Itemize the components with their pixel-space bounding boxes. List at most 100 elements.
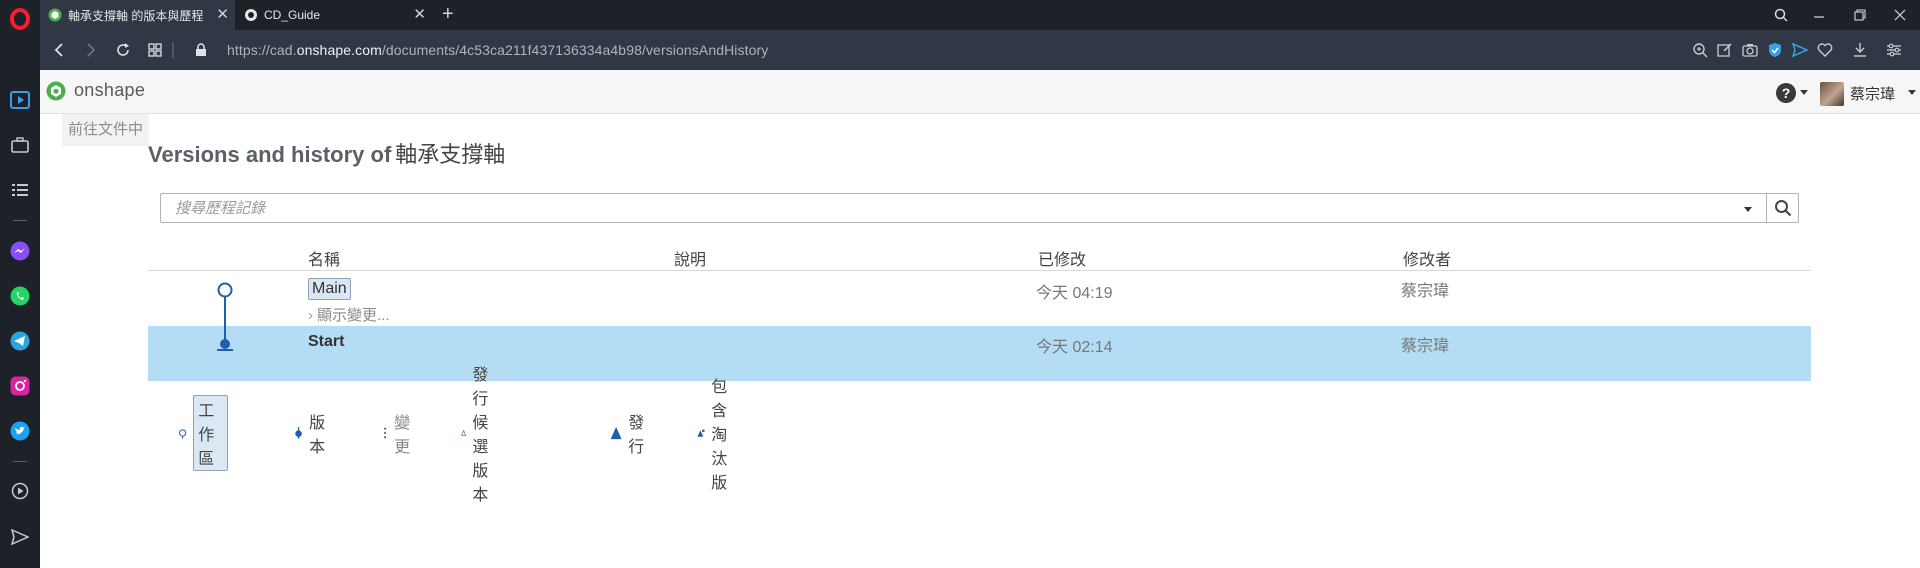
chevron-right-icon: › <box>308 307 313 324</box>
history-table: 名稱 說明 已修改 修改者 今天 04:19 蔡宗瑋 Start 今天 02:1… <box>148 240 1811 381</box>
player-icon[interactable] <box>9 89 31 111</box>
help-chevron-down-icon[interactable] <box>1800 90 1808 95</box>
workspace-name[interactable]: Main <box>308 278 351 300</box>
user-chevron-down-icon[interactable] <box>1908 90 1916 95</box>
easy-setup-icon[interactable] <box>1884 40 1904 60</box>
legend-change: 變更 <box>382 415 414 456</box>
show-changes-label: 顯示變更... <box>317 307 390 324</box>
edit-icon[interactable] <box>1715 40 1735 60</box>
restore-icon[interactable] <box>1848 3 1872 27</box>
vpn-shield-icon[interactable] <box>1765 40 1785 60</box>
instagram-icon[interactable] <box>9 375 31 397</box>
forward-icon[interactable] <box>80 39 102 61</box>
search-input[interactable] <box>161 194 1766 222</box>
url-prefix: https://cad. <box>227 42 297 58</box>
modified-by: 蔡宗瑋 <box>1401 338 1450 355</box>
document-name: 軸承支撐軸 <box>395 142 506 167</box>
column-header-modified-by[interactable]: 修改者 <box>1403 246 1451 270</box>
version-icon <box>295 427 302 439</box>
address-bar: https://cad.onshape.com/documents/4c53ca… <box>40 30 1920 70</box>
workspace-icon <box>179 429 187 439</box>
legend-label: 版本 <box>309 415 326 456</box>
reload-icon[interactable] <box>112 39 134 61</box>
twitter-icon[interactable] <box>9 420 31 442</box>
legend-label: 包含淘汰版 <box>711 379 728 492</box>
send-icon[interactable] <box>9 526 31 548</box>
list-icon[interactable] <box>9 179 31 201</box>
history-search <box>160 193 1767 223</box>
back-icon[interactable] <box>48 39 70 61</box>
back-to-document-tooltip[interactable]: 前往文件中 <box>62 114 150 146</box>
version-name[interactable]: Start <box>308 333 344 351</box>
workspace-node-icon <box>217 282 233 298</box>
camera-icon[interactable] <box>1740 40 1760 60</box>
new-tab-icon[interactable]: + <box>442 4 454 24</box>
close-tab-icon[interactable]: ✕ <box>413 7 426 22</box>
release-icon <box>610 426 622 440</box>
table-row[interactable]: Start 今天 02:14 蔡宗瑋 <box>148 326 1811 381</box>
sidebar-divider <box>13 461 27 462</box>
legend-version: 版本 <box>294 415 330 456</box>
url-host: onshape.com <box>296 42 382 58</box>
legend-label: 發行候選版本 <box>472 367 489 504</box>
column-header-modified[interactable]: 已修改 <box>1038 246 1086 270</box>
tabs-grid-icon[interactable] <box>144 39 166 61</box>
onshape-brand[interactable]: onshape <box>74 80 145 101</box>
modified-by: 蔡宗瑋 <box>1401 283 1450 300</box>
messenger-icon[interactable] <box>9 240 31 262</box>
version-node-icon <box>220 339 230 349</box>
heart-icon[interactable] <box>1815 40 1835 60</box>
tab-title: CD_Guide <box>264 8 321 22</box>
close-tab-icon[interactable]: ✕ <box>216 7 229 22</box>
table-header: 名稱 說明 已修改 修改者 <box>148 240 1811 271</box>
player-circle-icon[interactable] <box>9 480 31 502</box>
address-divider <box>168 39 178 61</box>
modified-time: 今天 04:19 <box>1036 285 1113 302</box>
tab-strip: 軸承支撐軸 的版本與歷程 ✕ CD_Guide ✕ + <box>40 0 1920 30</box>
table-row[interactable]: 今天 04:19 蔡宗瑋 <box>148 271 1811 326</box>
legend-release-candidate: 發行候選版本 <box>461 367 501 504</box>
search-button[interactable] <box>1766 193 1799 223</box>
minimize-icon[interactable] <box>1807 3 1831 27</box>
history-graph <box>217 282 233 351</box>
zoom-icon[interactable] <box>1690 40 1710 60</box>
sidebar-divider <box>13 220 27 221</box>
change-icon <box>384 427 387 439</box>
tab-versions-history[interactable]: 軸承支撐軸 的版本與歷程 ✕ <box>40 0 235 30</box>
onshape-header: onshape ? 蔡宗瑋 <box>40 70 1920 114</box>
release-candidate-icon <box>461 429 467 436</box>
obsolete-icon <box>697 429 705 437</box>
close-window-icon[interactable] <box>1888 3 1912 27</box>
tab-title: 軸承支撐軸 的版本與歷程 <box>68 8 204 23</box>
github-favicon-icon <box>244 8 258 22</box>
page-title-prefix: Versions and history of <box>148 142 392 167</box>
legend-label: 工作區 <box>193 395 229 471</box>
search-filter-chevron-down-icon[interactable] <box>1744 207 1752 212</box>
column-header-description[interactable]: 說明 <box>674 246 706 270</box>
download-icon[interactable] <box>1850 40 1870 60</box>
onshape-favicon-icon <box>48 8 62 22</box>
opera-logo-icon[interactable] <box>10 8 30 30</box>
legend-release: 發行 <box>610 415 650 456</box>
show-changes-toggle[interactable]: › 顯示變更... <box>308 304 390 325</box>
search-icon <box>1774 200 1791 217</box>
legend-workspace: 工作區 <box>178 395 229 471</box>
telegram-icon[interactable] <box>9 330 31 352</box>
url-field[interactable]: https://cad.onshape.com/documents/4c53ca… <box>227 42 768 58</box>
search-tabs-icon[interactable] <box>1769 3 1793 27</box>
flow-send-icon[interactable] <box>1790 40 1810 60</box>
lock-icon[interactable] <box>190 39 212 61</box>
column-header-name[interactable]: 名稱 <box>308 246 340 270</box>
legend-obsolete: 包含淘汰版 <box>697 379 741 492</box>
onshape-logo-icon[interactable] <box>46 81 66 101</box>
url-path: /documents/4c53ca211f437136334a4b98/vers… <box>381 42 769 58</box>
tab-cd-guide[interactable]: CD_Guide ✕ <box>236 0 432 30</box>
avatar[interactable] <box>1820 82 1844 106</box>
help-icon[interactable]: ? <box>1776 83 1796 103</box>
whatsapp-icon[interactable] <box>9 285 31 307</box>
browser-sidebar <box>0 0 40 568</box>
modified-time: 今天 02:14 <box>1036 339 1113 356</box>
user-menu[interactable]: 蔡宗瑋 <box>1850 83 1895 104</box>
briefcase-icon[interactable] <box>9 134 31 156</box>
legend-label: 變更 <box>394 415 411 456</box>
